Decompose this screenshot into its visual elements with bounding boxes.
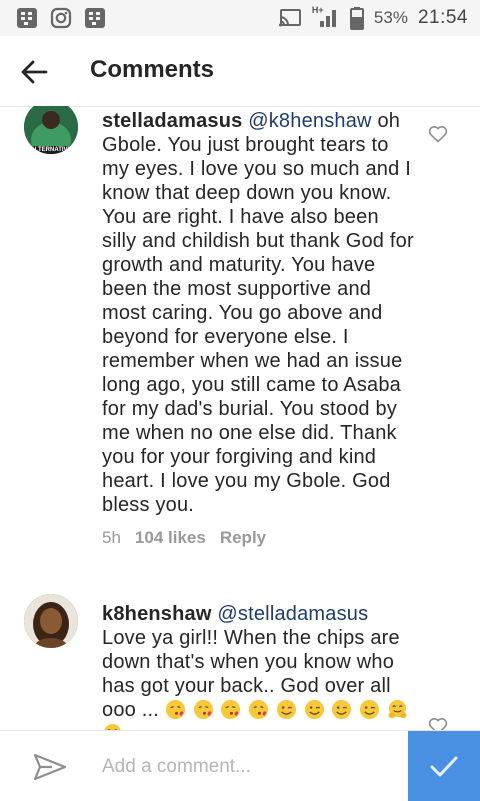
comment-text: k8henshaw @stelladamasus Love ya girl!! … [102,602,414,730]
checkmark-icon [427,749,461,783]
page-title: Comments [90,56,215,83]
comment-mention[interactable]: @k8henshaw [248,110,371,132]
kissing-heart-emoji-icon [221,699,241,720]
battery-icon [349,6,364,30]
status-time: 21:54 [417,7,468,28]
comment-content: oh Gbole. You just brought tears to my e… [102,110,414,516]
avatar-caption: ALTERNATIVE [30,147,72,153]
comment-mention[interactable]: @stelladamasus [217,603,368,625]
instagram-notification-icon [50,7,72,29]
hugging-emoji-icon [388,699,407,719]
comment-input[interactable] [100,749,394,785]
status-bar: H+ 53% 21:54 [0,0,480,36]
network-type: H+ [311,5,324,15]
reply-button[interactable]: Reply [220,528,266,548]
comment-time: 5h [102,528,121,547]
avatar[interactable] [24,594,78,648]
bbm-notification-icon [16,7,38,29]
comment-meta: 5h 104 likes Reply [102,528,266,548]
post-button[interactable] [408,731,480,801]
wink-emoji-icon [360,699,380,720]
cast-icon [278,8,302,28]
comment-username[interactable]: k8henshaw [102,603,212,625]
heart-outline-icon[interactable] [428,716,448,730]
hugging-emoji-icon [104,723,121,730]
battery-percent: 53% [373,8,408,27]
avatar[interactable]: ALTERNATIVE [24,106,78,154]
comment-text: stelladamasus @k8henshaw oh Gbole. You j… [102,109,414,517]
comment-username[interactable]: stelladamasus [102,110,242,132]
kissing-heart-emoji-icon [249,699,269,720]
comment-composer [0,730,480,801]
arrow-left-icon[interactable] [18,56,50,88]
bbm-notification-icon-2 [84,7,106,29]
heart-outline-icon[interactable] [428,124,448,144]
wink-emoji-icon [332,699,352,720]
wink-emoji-icon [304,699,324,720]
comment-likes[interactable]: 104 likes [135,528,206,548]
kissing-heart-emoji-icon [193,699,213,720]
comments-list[interactable]: ALTERNATIVE stelladamasus @k8henshaw oh … [0,106,480,730]
wink-emoji-icon [276,699,296,720]
kissing-heart-emoji-icon [165,699,185,720]
signal-icon: H+ [311,5,340,29]
app-bar: Comments [0,36,480,107]
paper-plane-icon[interactable] [32,749,68,785]
